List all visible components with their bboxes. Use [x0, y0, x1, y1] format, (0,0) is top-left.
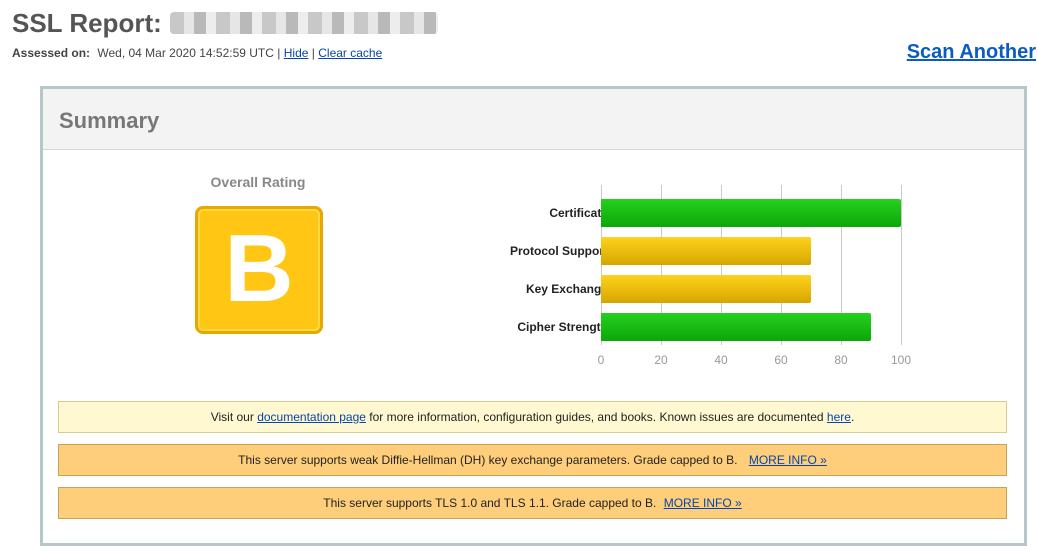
tls-warning-notice: This server supports TLS 1.0 and TLS 1.1… — [58, 487, 1007, 519]
overall-rating-label: Overall Rating — [210, 174, 306, 190]
assessed-label: Assessed on: — [12, 46, 91, 60]
page-title: SSL Report: — [12, 8, 162, 38]
gridline — [901, 185, 902, 345]
x-tick-label: 40 — [714, 353, 728, 367]
dh-warning-notice: This server supports weak Diffie-Hellman… — [58, 444, 1007, 476]
known-issues-link[interactable]: here — [827, 410, 851, 424]
bar-cipher-strength — [601, 313, 871, 341]
x-tick-label: 100 — [890, 353, 912, 367]
x-tick-label: 20 — [654, 353, 668, 367]
scan-another-link[interactable]: Scan Another — [907, 41, 1036, 64]
bar-label: Protocol Support — [510, 244, 608, 258]
summary-title: Summary — [59, 108, 160, 133]
x-tick-label: 60 — [774, 353, 788, 367]
notice-text: . — [850, 410, 855, 424]
more-info-link[interactable]: MORE INFO » — [664, 496, 742, 510]
bar-label: Cipher Strength — [517, 320, 608, 334]
notice-text: Visit our — [210, 410, 254, 424]
bar-protocol-support — [601, 237, 811, 265]
bar-key-exchange — [601, 275, 811, 303]
bar-label: Key Exchange — [525, 282, 608, 296]
rating-bar-chart: 0 20 40 60 80 100 Certificate Protocol Support K… — [463, 185, 933, 375]
grade-letter: B — [224, 215, 294, 322]
bar-certificate — [601, 199, 901, 227]
bar-label: Certificate — [549, 206, 608, 220]
assessed-date: Wed, 04 Mar 2020 14:52:59 UTC — [97, 46, 274, 60]
clear-cache-link[interactable]: Clear cache — [318, 46, 382, 60]
documentation-page-link[interactable]: documentation page — [257, 410, 366, 424]
summary-panel: Summary Overall Rating B 0 20 40 60 80 100 Cer… — [40, 86, 1027, 546]
notice-text: for more information, configuration guid… — [369, 410, 824, 424]
notice-text: This server supports TLS 1.0 and TLS 1.1… — [323, 496, 657, 510]
separator: | — [277, 46, 281, 60]
separator: | — [311, 46, 315, 60]
notice-text: This server supports weak Diffie-Hellman… — [238, 453, 738, 467]
documentation-notice: Visit our documentation page for more in… — [58, 401, 1007, 433]
x-tick-label: 80 — [834, 353, 848, 367]
hide-link[interactable]: Hide — [284, 46, 309, 60]
x-tick-label: 0 — [597, 353, 605, 367]
more-info-link[interactable]: MORE INFO » — [749, 453, 827, 467]
redacted-hostname — [170, 12, 438, 34]
assessed-line: Assessed on: Wed, 04 Mar 2020 14:52:59 U… — [12, 46, 382, 60]
summary-header: Summary — [43, 89, 1024, 150]
grade-badge: B — [195, 206, 323, 334]
